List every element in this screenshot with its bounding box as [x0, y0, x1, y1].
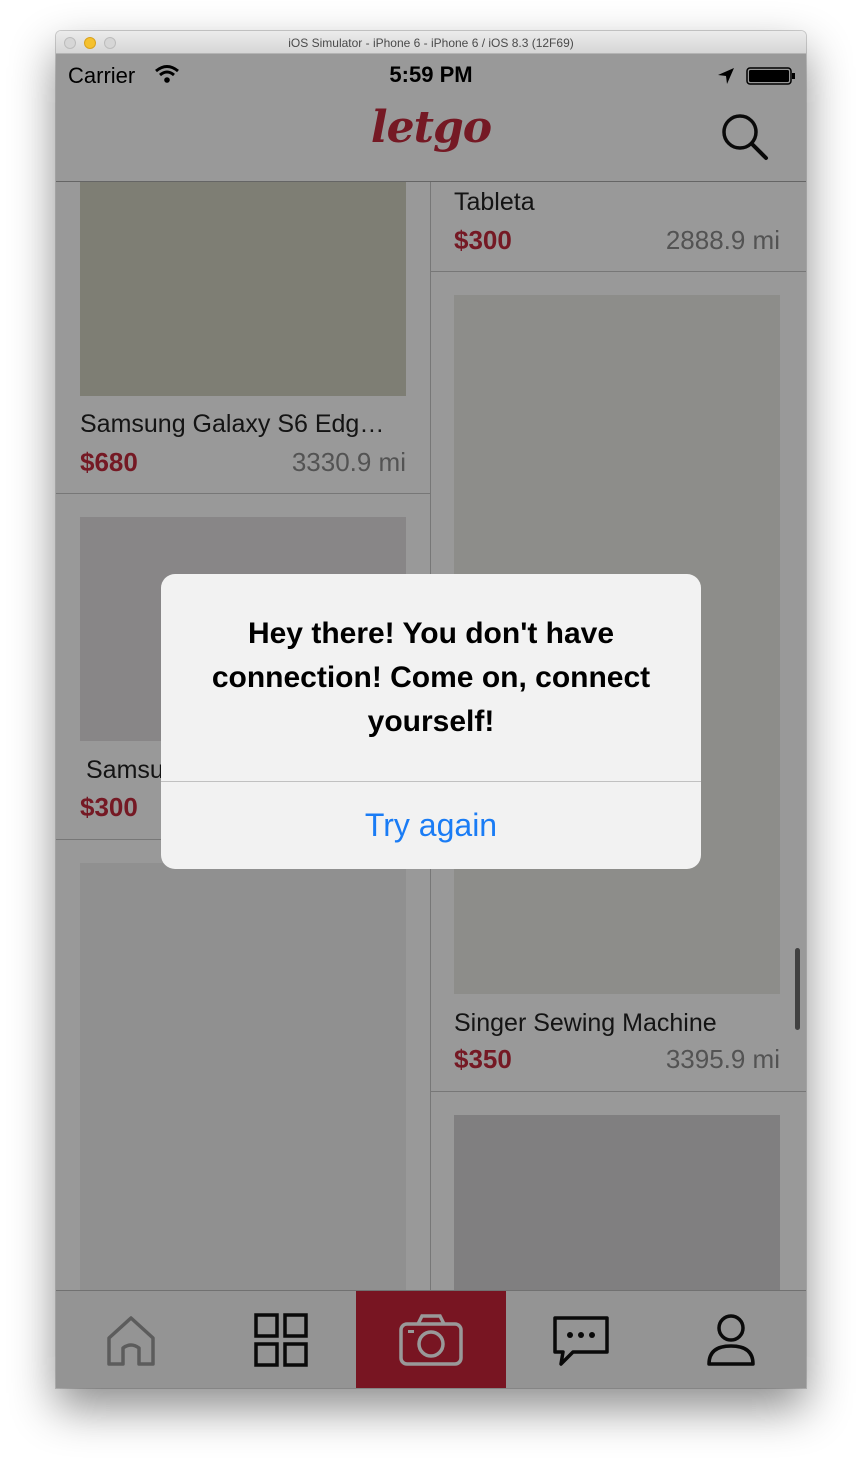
- window-titlebar: iOS Simulator - iPhone 6 - iPhone 6 / iO…: [56, 31, 806, 54]
- alert-message: Hey there! You don't have connection! Co…: [211, 617, 651, 738]
- try-again-button[interactable]: Try again: [161, 782, 701, 869]
- simulator-window: iOS Simulator - iPhone 6 - iPhone 6 / iO…: [56, 31, 806, 1388]
- phone-screen: Carrier 5:59 PM letgo Samsung Galaxy S6 …: [56, 54, 806, 1388]
- no-connection-alert: Hey there! You don't have connection! Co…: [161, 574, 701, 869]
- window-title: iOS Simulator - iPhone 6 - iPhone 6 / iO…: [288, 36, 574, 50]
